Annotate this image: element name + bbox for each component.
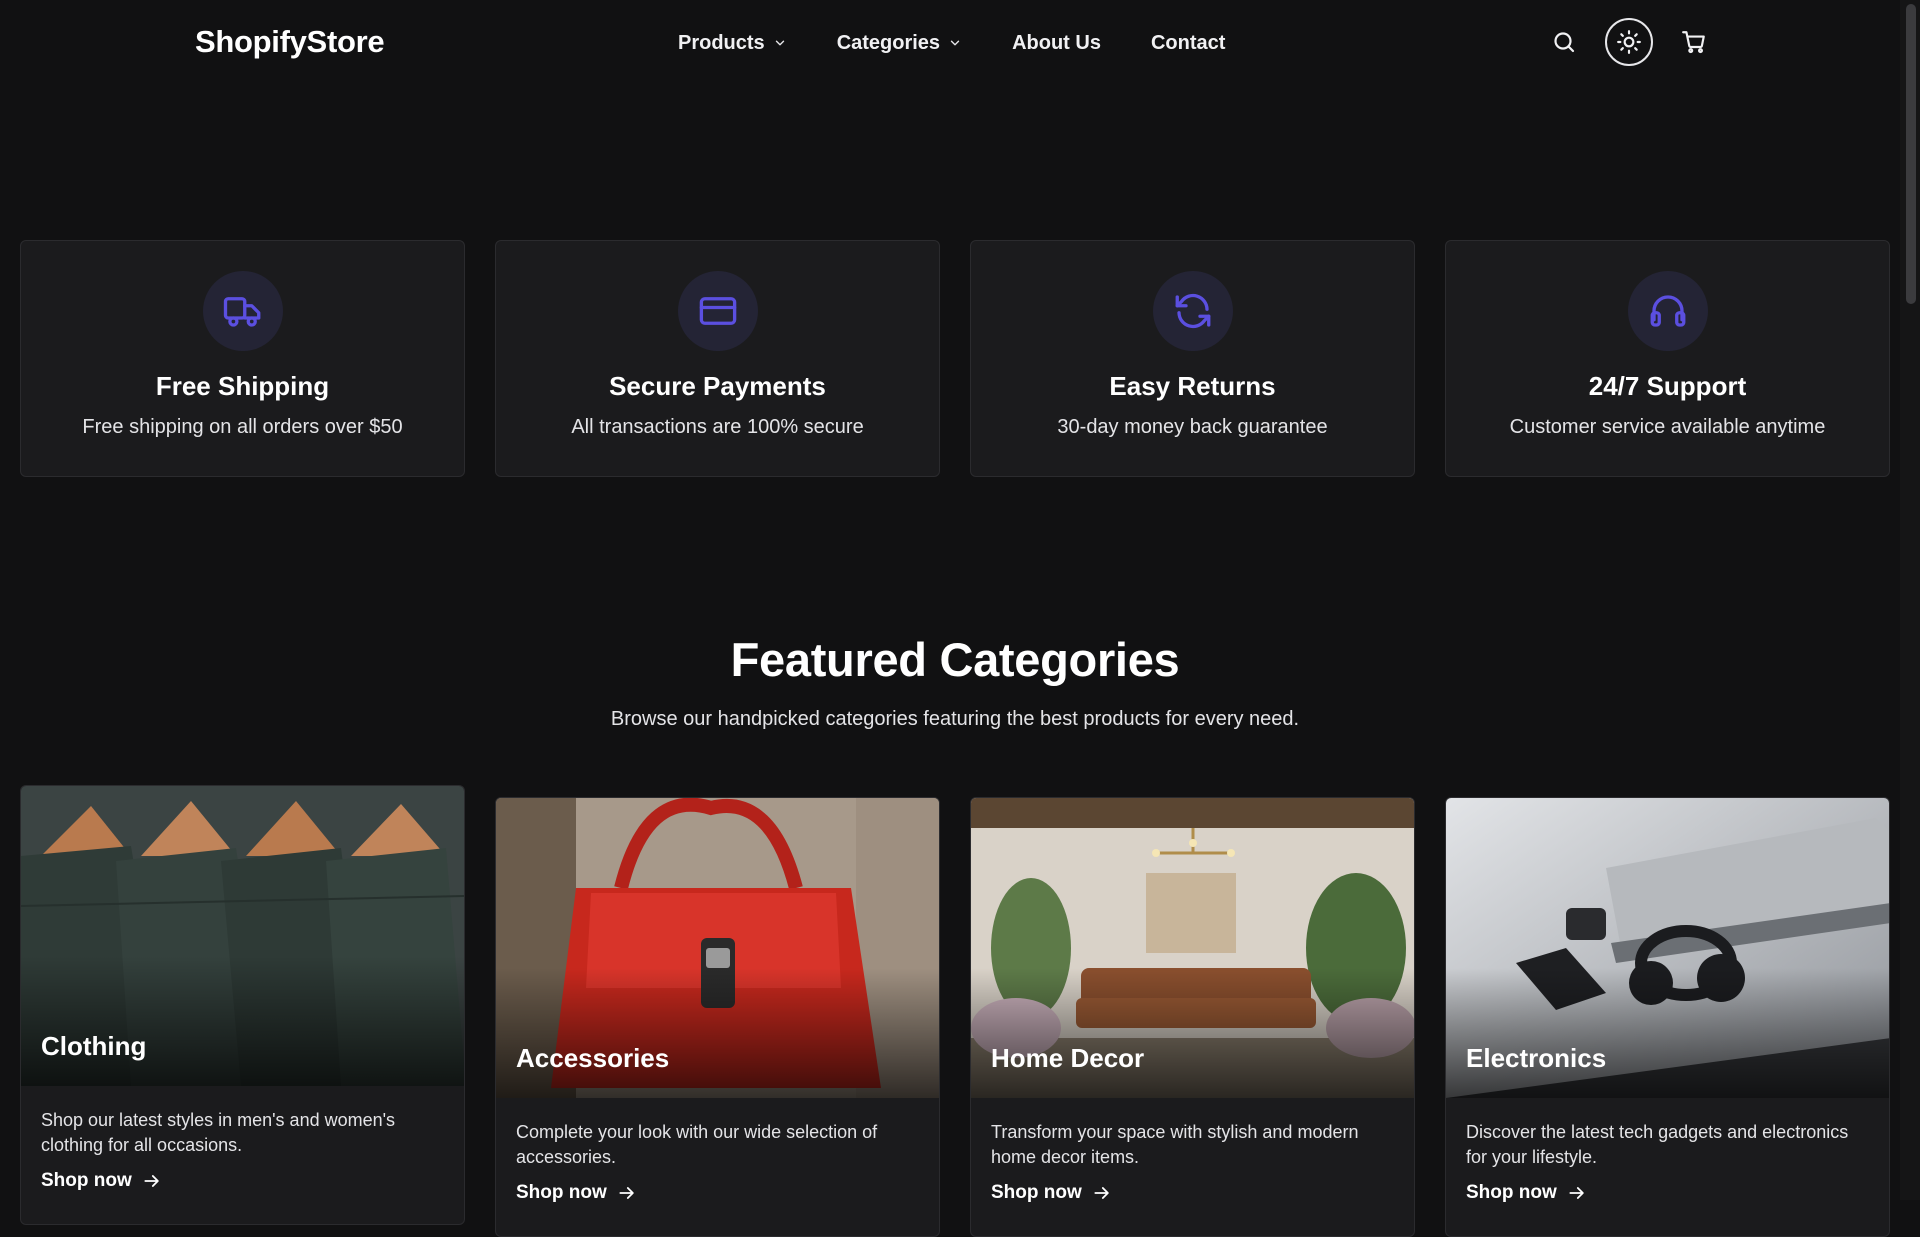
nav-label: About Us	[1012, 31, 1101, 54]
arrow-right-icon	[144, 1175, 159, 1187]
nav-label: Products	[678, 31, 765, 54]
featured-categories-subtitle: Browse our handpicked categories featuri…	[610, 708, 1300, 730]
search-icon	[1554, 32, 1575, 53]
page-scrollbar[interactable]	[1900, 0, 1920, 1200]
category-card-accessories[interactable]: Accessories Complete your look with our …	[495, 797, 940, 1237]
cart-icon	[1682, 31, 1705, 54]
feature-title: 24/7 Support	[1588, 371, 1747, 401]
arrow-right-icon	[1569, 1187, 1584, 1199]
nav-item-products[interactable]: Products	[678, 32, 787, 55]
scrollbar-thumb[interactable]	[1906, 4, 1916, 304]
category-name: Clothing	[41, 1031, 147, 1061]
feature-description: Free shipping on all orders over $50	[82, 416, 403, 438]
feature-title: Easy Returns	[1109, 371, 1276, 401]
main-nav: Products Categories About Us Contact	[678, 28, 1225, 58]
shop-now-link[interactable]: Shop now	[1446, 1170, 1889, 1204]
category-image-electronics: Electronics	[1446, 798, 1889, 1098]
search-button[interactable]	[1540, 18, 1588, 66]
featured-categories-title: Featured Categories	[730, 633, 1180, 686]
nav-item-about-us[interactable]: About Us	[1012, 32, 1101, 55]
nav-label: Categories	[836, 31, 941, 54]
shop-now-label: Shop now	[991, 1182, 1082, 1203]
category-description: Discover the latest tech gadgets and ele…	[1466, 1122, 1849, 1167]
category-name: Electronics	[1466, 1043, 1607, 1073]
nav-item-contact[interactable]: Contact	[1151, 32, 1225, 55]
feature-description: 30-day money back guarantee	[1057, 416, 1328, 438]
chevron-down-icon	[950, 40, 960, 46]
feature-description: All transactions are 100% secure	[571, 416, 864, 438]
category-description: Transform your space with stylish and mo…	[991, 1122, 1359, 1167]
category-description: Shop our latest styles in men's and wome…	[41, 1110, 396, 1155]
header-actions	[1540, 18, 1718, 66]
truck-icon	[223, 297, 260, 327]
shop-now-link[interactable]: Shop now	[496, 1170, 939, 1204]
shop-now-link[interactable]: Shop now	[971, 1170, 1414, 1204]
refresh-icon	[1175, 293, 1210, 329]
feature-description: Customer service available anytime	[1509, 416, 1826, 438]
shop-now-label: Shop now	[1466, 1182, 1557, 1203]
category-card-clothing[interactable]: Clothing Shop our latest styles in men's…	[20, 785, 465, 1225]
chevron-down-icon	[775, 40, 784, 46]
arrow-right-icon	[1094, 1187, 1109, 1199]
category-name: Accessories	[516, 1043, 670, 1073]
category-image-accessories: Accessories	[496, 798, 939, 1098]
category-name: Home Decor	[991, 1043, 1145, 1073]
category-image-clothing: Clothing	[21, 786, 464, 1086]
category-description: Complete your look with our wide selecti…	[516, 1122, 878, 1167]
feature-card-support: 24/7 Support Customer service available …	[1445, 240, 1890, 477]
feature-icon-circle	[1152, 271, 1233, 351]
feature-title: Secure Payments	[609, 371, 826, 401]
nav-label: Contact	[1150, 31, 1226, 54]
features-row: Free Shipping Free shipping on all order…	[20, 240, 1890, 477]
feature-icon-circle	[677, 271, 758, 351]
brand-logo[interactable]: ShopifyStore	[195, 24, 385, 60]
credit-card-icon	[699, 297, 736, 325]
categories-grid: Clothing Shop our latest styles in men's…	[20, 785, 1890, 1237]
feature-icon-circle	[1627, 271, 1708, 351]
shop-now-link[interactable]: Shop now	[21, 1158, 464, 1192]
feature-icon-circle	[202, 271, 283, 351]
category-card-home-decor[interactable]: Home Decor Transform your space with sty…	[970, 797, 1415, 1237]
feature-card-payments: Secure Payments All transactions are 100…	[495, 240, 940, 477]
category-image-home-decor: Home Decor	[971, 798, 1414, 1098]
arrow-right-icon	[619, 1187, 634, 1199]
shop-now-label: Shop now	[41, 1170, 132, 1191]
site-header: ShopifyStore Products Categories About U…	[0, 0, 1900, 86]
theme-toggle-button[interactable]	[1605, 18, 1653, 66]
sun-icon	[1617, 30, 1641, 54]
nav-item-categories[interactable]: Categories	[837, 32, 962, 55]
cart-button[interactable]	[1670, 18, 1718, 66]
feature-card-shipping: Free Shipping Free shipping on all order…	[20, 240, 465, 477]
feature-card-returns: Easy Returns 30-day money back guarantee	[970, 240, 1415, 477]
headphones-icon	[1650, 295, 1685, 327]
shop-now-label: Shop now	[516, 1182, 607, 1203]
feature-title: Free Shipping	[155, 371, 330, 401]
category-card-electronics[interactable]: Electronics Discover the latest tech gad…	[1445, 797, 1890, 1237]
